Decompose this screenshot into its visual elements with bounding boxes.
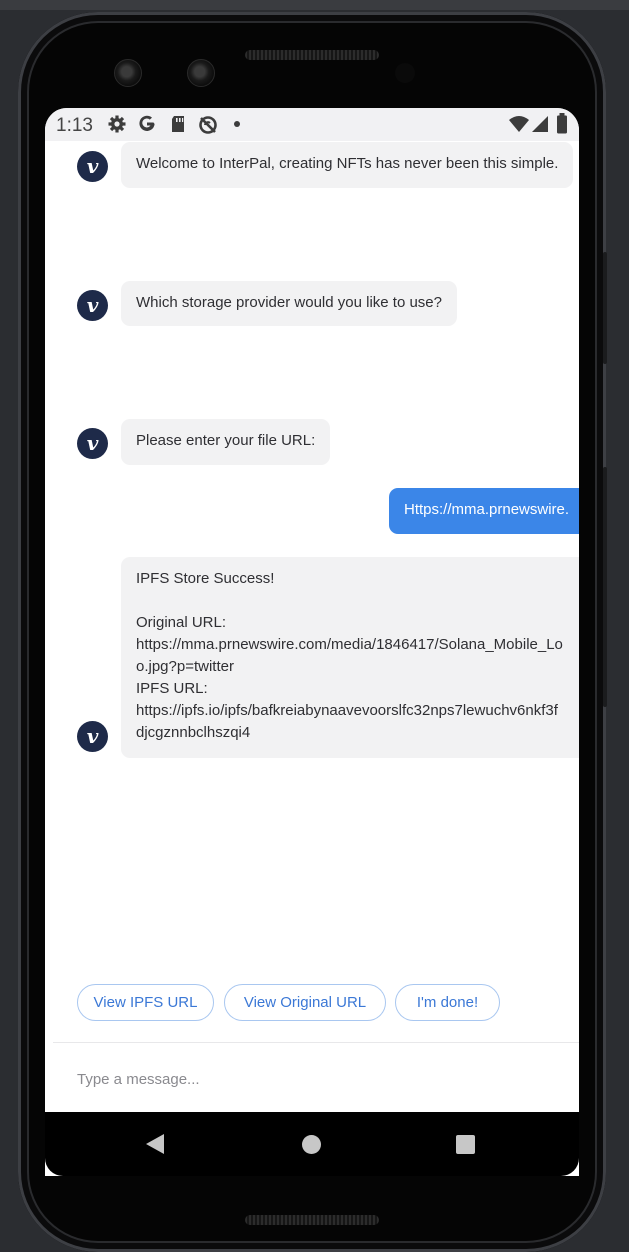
bot-avatar: v [77, 721, 108, 752]
status-bar: 1:13 [45, 108, 579, 141]
bottom-speaker [245, 1215, 379, 1225]
message-input[interactable] [75, 1063, 559, 1095]
google-g-icon [139, 115, 155, 131]
sd-card-icon [172, 116, 184, 132]
gear-icon [108, 115, 126, 133]
signal-icon [532, 116, 548, 132]
earpiece-speaker [245, 50, 379, 60]
message-line: o.jpg?p=twitter [136, 658, 234, 675]
message-line: djcgznnbclhszqi4 [136, 724, 251, 741]
im-done-button[interactable]: I'm done! [395, 984, 500, 1021]
message-composer [45, 1043, 579, 1111]
back-icon[interactable] [146, 1134, 164, 1154]
battery-icon [557, 113, 567, 134]
message-line: IPFS URL: [136, 680, 208, 697]
message-line [136, 590, 579, 612]
message-line: https://mma.prnewswire.com/media/1846417… [136, 636, 563, 653]
bot-avatar: v [77, 151, 108, 182]
bot-message-bubble: Which storage provider would you like to… [121, 281, 457, 326]
status-time: 1:13 [56, 115, 93, 136]
proximity-sensor [395, 63, 415, 83]
message-text: Please enter your file URL: [136, 432, 316, 449]
bot-avatar: v [77, 290, 108, 321]
message-text: Https://mma.prnewswire. [404, 501, 570, 518]
front-camera-left [114, 59, 142, 87]
window-top-strip [0, 0, 629, 10]
recent-apps-icon[interactable] [456, 1135, 475, 1154]
dot-icon [234, 121, 240, 127]
no-sync-icon [199, 116, 217, 134]
bot-message-bubble: IPFS Store Success! Original URL: https:… [121, 557, 579, 758]
home-icon[interactable] [302, 1135, 321, 1154]
quick-replies: View IPFS URL View Original URL I'm done… [45, 969, 579, 1021]
user-message-bubble: Https://mma.prnewswire. [389, 488, 579, 534]
bot-avatar: v [77, 428, 108, 459]
message-line: https://ipfs.io/ipfs/bafkreiabynaavevoor… [136, 702, 558, 719]
view-ipfs-url-button[interactable]: View IPFS URL [77, 984, 214, 1021]
power-button [603, 252, 607, 364]
message-text: Which storage provider would you like to… [136, 294, 442, 311]
wifi-icon [509, 116, 529, 132]
navigation-bar [45, 1112, 579, 1176]
volume-button [603, 467, 607, 707]
bot-message-bubble: Welcome to InterPal, creating NFTs has n… [121, 142, 574, 188]
app-screen: 1:13 v Welcome to InterPal, creating NFT… [45, 108, 579, 1176]
bot-message-bubble: Please enter your file URL: [121, 419, 331, 465]
front-camera-right [187, 59, 215, 87]
chat-message-list[interactable]: v Welcome to InterPal, creating NFTs has… [45, 141, 579, 956]
message-line: IPFS Store Success! [136, 570, 275, 587]
message-line: Original URL: [136, 614, 227, 631]
view-original-url-button[interactable]: View Original URL [224, 984, 386, 1021]
message-text: Welcome to InterPal, creating NFTs has n… [136, 155, 559, 172]
